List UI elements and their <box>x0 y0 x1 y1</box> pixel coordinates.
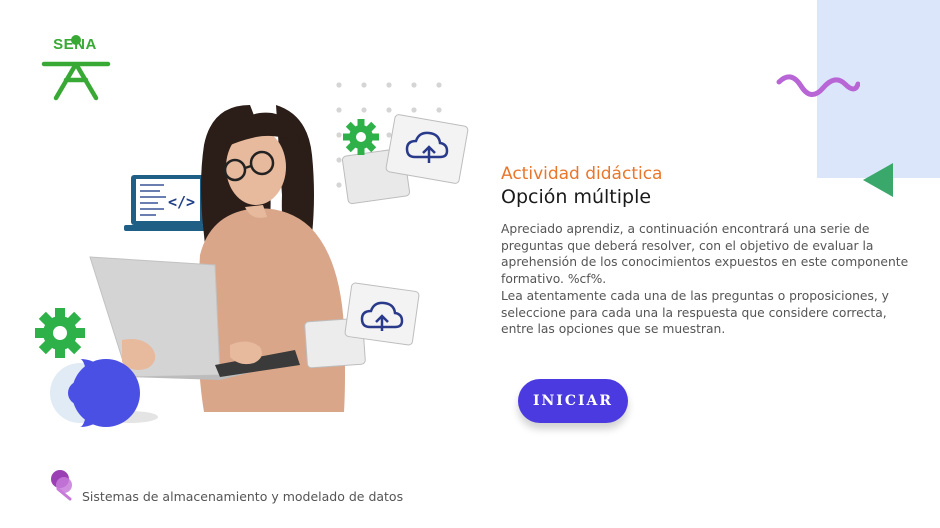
wave-decoration <box>776 74 860 97</box>
page-title: Opción múltiple <box>501 186 652 208</box>
logo-text: SENA <box>53 36 97 53</box>
start-button[interactable]: INICIAR <box>518 379 628 423</box>
laptop-code-icon: </> <box>124 175 212 231</box>
svg-text:</>: </> <box>168 193 195 211</box>
gear-icon <box>50 359 140 427</box>
instructions-paragraph-1: Apreciado aprendiz, a continuación encon… <box>501 222 909 286</box>
gear-icon <box>35 308 85 358</box>
activity-subtitle: Actividad didáctica <box>501 164 663 184</box>
gear-icon <box>343 119 379 155</box>
instructions-paragraph-2: Lea atentamente cada una de las pregunta… <box>501 289 889 336</box>
course-name: Sistemas de almacenamiento y modelado de… <box>82 489 404 504</box>
triangle-decoration <box>863 163 893 197</box>
location-pin-icon <box>51 470 72 501</box>
hero-illustration: </> <box>35 82 469 427</box>
